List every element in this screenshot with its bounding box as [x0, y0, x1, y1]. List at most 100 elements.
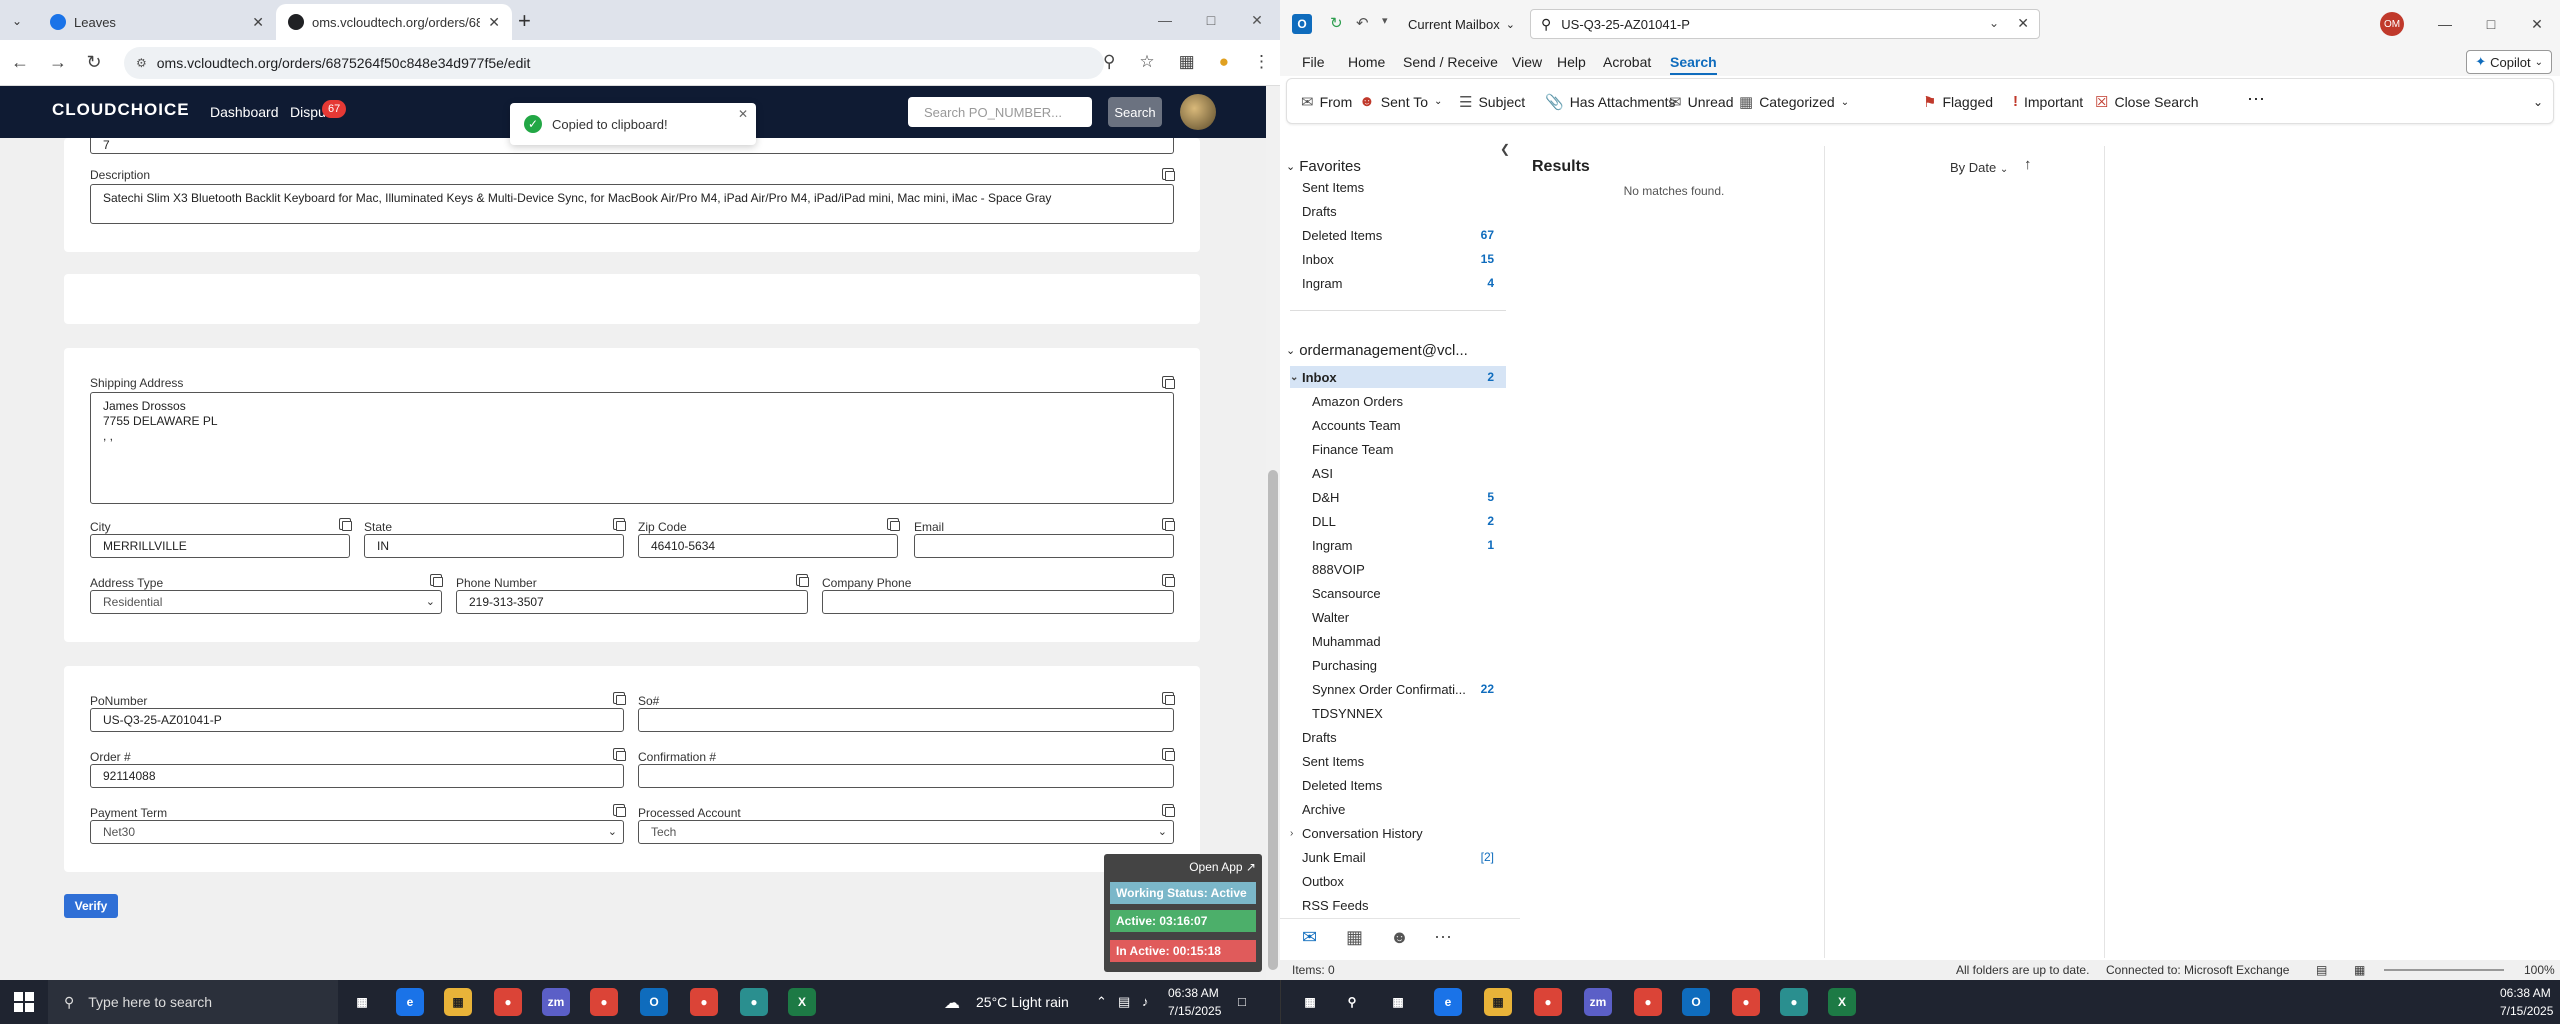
page-scroll-thumb[interactable]: [1268, 470, 1278, 970]
clear-search-icon[interactable]: ✕: [2017, 15, 2029, 32]
copy-icon[interactable]: [1162, 574, 1175, 587]
folder-item[interactable]: Ingram 1: [1290, 534, 1506, 556]
chrome-icon[interactable]: ●: [494, 988, 522, 1016]
zoom-icon[interactable]: ⚲: [1103, 52, 1115, 72]
menu-help[interactable]: Help: [1557, 54, 1586, 70]
folder-item[interactable]: Archive: [1290, 798, 1506, 820]
chrome-profile-2-icon[interactable]: ●: [690, 988, 718, 1016]
volume-icon[interactable]: ♪: [1142, 994, 1149, 1009]
zoom-app-icon[interactable]: zm: [1584, 988, 1612, 1016]
open-app-link[interactable]: Open App ↗: [1189, 860, 1256, 874]
folder-item[interactable]: Synnex Order Confirmati... 22: [1290, 678, 1506, 700]
notifications-icon[interactable]: □: [1238, 994, 1246, 1009]
start-button[interactable]: [14, 992, 34, 1012]
folder-item[interactable]: Finance Team: [1290, 438, 1506, 460]
zoom-app-icon[interactable]: zm: [542, 988, 570, 1016]
collapse-pane-icon[interactable]: ❮: [1500, 142, 1510, 156]
state-field[interactable]: IN: [364, 534, 624, 558]
account-avatar[interactable]: OM: [2380, 12, 2404, 36]
nav-dashboard[interactable]: Dashboard: [210, 104, 279, 120]
processed-account-select[interactable]: Tech ⌄: [638, 820, 1174, 844]
clock-date-2[interactable]: 7/15/2025: [2500, 1004, 2553, 1018]
ribbon-has-attachments[interactable]: 📎 Has Attachments: [1545, 93, 1676, 111]
chrome-profile-icon[interactable]: ●: [1634, 988, 1662, 1016]
quick-access-dropdown-icon[interactable]: ▾: [1382, 14, 1388, 27]
reading-view-icon[interactable]: ▦: [2354, 963, 2365, 977]
folder-item[interactable]: Drafts: [1290, 200, 1506, 222]
folder-item[interactable]: Scansource: [1290, 582, 1506, 604]
account-header[interactable]: ⌄ ordermanagement@vcl...: [1286, 342, 1468, 359]
minimize-icon[interactable]: —: [2422, 0, 2468, 48]
copilot-button[interactable]: ✦ Copilot ⌄: [2466, 50, 2552, 74]
folder-inbox[interactable]: ⌄ Inbox 2: [1290, 366, 1506, 388]
maximize-icon[interactable]: □: [1188, 0, 1234, 40]
network-icon[interactable]: ▤: [1118, 994, 1130, 1010]
file-explorer-icon[interactable]: ▦: [1484, 988, 1512, 1016]
undo-icon[interactable]: ↶: [1356, 14, 1369, 32]
url-omnibox[interactable]: ⚙ oms.vcloudtech.org/orders/6875264f50c8…: [124, 47, 1104, 79]
confirmation-field[interactable]: [638, 764, 1174, 788]
folder-item[interactable]: Muhammad: [1290, 630, 1506, 652]
zip-field[interactable]: 46410-5634: [638, 534, 898, 558]
task-view-icon[interactable]: ▦: [1384, 988, 1412, 1016]
menu-view[interactable]: View: [1512, 54, 1542, 70]
favorites-header[interactable]: ⌄ Favorites: [1286, 158, 1361, 175]
folder-item[interactable]: Sent Items: [1290, 750, 1506, 772]
order-number-field[interactable]: 92114088: [90, 764, 624, 788]
folder-item[interactable]: ASI: [1290, 462, 1506, 484]
mail-icon[interactable]: ✉: [1302, 927, 1317, 948]
new-tab-button[interactable]: +: [518, 8, 531, 34]
forward-icon[interactable]: →: [46, 52, 70, 73]
folder-item[interactable]: Outbox: [1290, 870, 1506, 892]
copy-icon[interactable]: [1162, 168, 1175, 181]
verify-button[interactable]: Verify: [64, 894, 118, 918]
toast-close-icon[interactable]: ✕: [738, 107, 748, 121]
close-tab-icon[interactable]: ✕: [488, 14, 500, 31]
clock-time-2[interactable]: 06:38 AM: [2500, 986, 2551, 1000]
ribbon-unread[interactable]: ✉ Unread: [1669, 93, 1734, 111]
city-field[interactable]: MERRILLVILLE: [90, 534, 350, 558]
back-icon[interactable]: ←: [8, 52, 32, 73]
tray-overflow-icon[interactable]: ⌃: [1096, 994, 1107, 1010]
folder-item[interactable]: TDSYNNEX: [1290, 702, 1506, 724]
copy-icon[interactable]: [1162, 518, 1175, 531]
chrome-profile-icon[interactable]: ●: [590, 988, 618, 1016]
ribbon-close-search[interactable]: ☒ Close Search: [2095, 93, 2199, 111]
tab-search-dropdown-icon[interactable]: ⌄: [6, 10, 28, 32]
edge-icon[interactable]: e: [396, 988, 424, 1016]
address-type-select[interactable]: Residential ⌄: [90, 590, 442, 614]
minimize-icon[interactable]: —: [1142, 0, 1188, 40]
copy-icon[interactable]: [1162, 692, 1175, 705]
payment-term-select[interactable]: Net30 ⌄: [90, 820, 624, 844]
extension-app-icon[interactable]: ●: [1219, 52, 1229, 72]
folder-item[interactable]: Inbox 15: [1290, 248, 1506, 270]
maximize-icon[interactable]: □: [2468, 0, 2514, 48]
more-options-icon[interactable]: ⋯: [2247, 89, 2265, 110]
search-options-icon[interactable]: ⌄: [1989, 16, 1999, 30]
excel-icon[interactable]: X: [1828, 988, 1856, 1016]
search-icon[interactable]: ⚲: [1338, 988, 1366, 1016]
shipping-address-textarea[interactable]: James Drossos 7755 DELAWARE PL , ,: [90, 392, 1174, 504]
close-window-icon[interactable]: ✕: [2514, 0, 2560, 48]
taskbar-search[interactable]: ⚲ Type here to search: [48, 980, 338, 1024]
folder-item[interactable]: Ingram 4: [1290, 272, 1506, 294]
edge-icon[interactable]: e: [1434, 988, 1462, 1016]
so-field[interactable]: [638, 708, 1174, 732]
folder-item[interactable]: RSS Feeds: [1290, 894, 1506, 916]
folder-item[interactable]: Deleted Items 67: [1290, 224, 1506, 246]
ribbon-subject[interactable]: ☰ Subject: [1459, 93, 1525, 111]
more-apps-icon[interactable]: ⋯: [1434, 927, 1452, 948]
people-icon[interactable]: ☻: [1390, 927, 1409, 948]
folder-item[interactable]: DLL 2: [1290, 510, 1506, 532]
clock-time[interactable]: 06:38 AM: [1168, 986, 1219, 1000]
app-icon[interactable]: ●: [740, 988, 768, 1016]
copy-icon[interactable]: [339, 518, 352, 531]
search-query[interactable]: US-Q3-25-AZ01041-P: [1561, 17, 1690, 32]
clock-date[interactable]: 7/15/2025: [1168, 1004, 1221, 1018]
tab-leaves[interactable]: Leaves ✕: [38, 4, 276, 40]
email-field[interactable]: [914, 534, 1174, 558]
copy-icon[interactable]: [613, 518, 626, 531]
sort-by-dropdown[interactable]: By Date ⌄: [1950, 160, 2008, 175]
copy-icon[interactable]: [887, 518, 900, 531]
app-icon[interactable]: ●: [1780, 988, 1808, 1016]
